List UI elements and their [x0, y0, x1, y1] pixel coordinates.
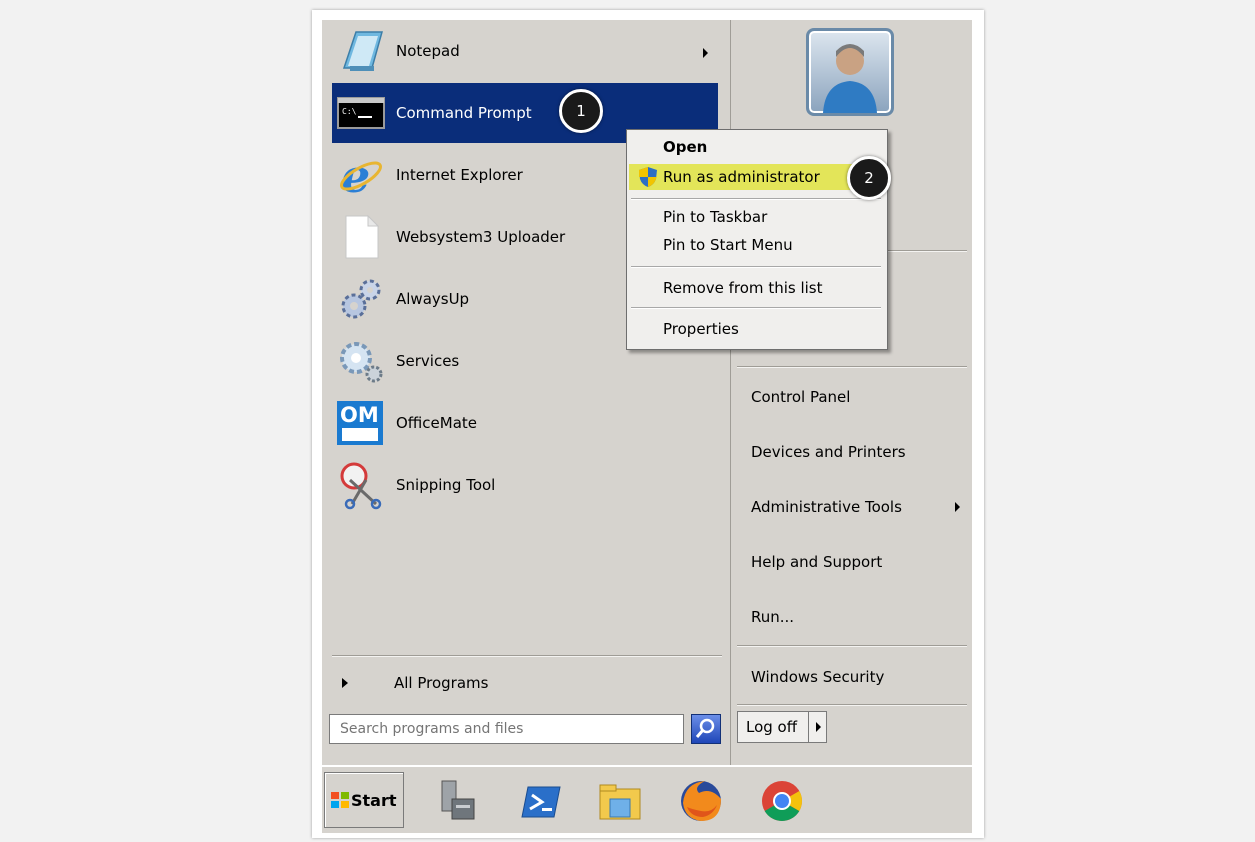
context-item-open[interactable]: Open — [629, 134, 885, 160]
help-and-support-link[interactable]: Help and Support — [751, 542, 882, 582]
server-manager-icon[interactable] — [434, 777, 482, 825]
search-button[interactable] — [691, 714, 721, 744]
program-label: Services — [396, 352, 460, 370]
officemate-icon: OM — [336, 398, 386, 448]
notepad-icon — [336, 26, 386, 76]
divider — [332, 655, 722, 657]
context-item-pin-to-start-menu[interactable]: Pin to Start Menu — [629, 232, 885, 258]
context-item-label: Run as administrator — [663, 168, 820, 186]
program-label: OfficeMate — [396, 414, 478, 432]
program-label: Snipping Tool — [396, 476, 496, 494]
context-divider — [631, 307, 881, 309]
firefox-icon[interactable] — [677, 777, 725, 825]
context-item-label: Remove from this list — [663, 279, 823, 297]
svg-text:e: e — [341, 150, 370, 200]
link-label: Help and Support — [751, 553, 883, 571]
shutdown-options-arrow-icon[interactable] — [816, 722, 821, 732]
link-label: Administrative Tools — [751, 498, 902, 516]
powershell-icon[interactable] — [518, 777, 566, 825]
magnifier-icon — [695, 718, 715, 738]
internet-explorer-icon: e — [336, 149, 386, 203]
program-label: Internet Explorer — [396, 166, 523, 184]
program-label: AlwaysUp — [396, 290, 470, 308]
divider — [737, 704, 967, 706]
callout-badge-2: 2 — [847, 156, 891, 200]
devices-and-printers-link[interactable]: Devices and Printers — [751, 432, 906, 472]
administrative-tools-link[interactable]: Administrative Tools — [751, 487, 961, 527]
all-programs-button[interactable]: All Programs — [332, 668, 722, 698]
context-item-pin-to-taskbar[interactable]: Pin to Taskbar — [629, 204, 885, 230]
control-panel-link[interactable]: Control Panel — [751, 377, 850, 417]
program-officemate[interactable]: OM OfficeMate — [332, 394, 718, 452]
snipping-tool-icon — [336, 460, 386, 510]
start-button[interactable]: Start — [324, 772, 404, 828]
context-item-label: Pin to Taskbar — [663, 208, 768, 226]
context-divider — [631, 266, 881, 268]
link-label: Run... — [751, 608, 795, 626]
windows-logo-icon — [331, 792, 349, 808]
user-avatar[interactable] — [806, 28, 894, 116]
search-input[interactable] — [329, 714, 684, 744]
all-programs-label: All Programs — [394, 674, 489, 692]
uac-shield-icon — [639, 167, 657, 187]
gears-icon — [336, 274, 386, 324]
context-item-properties[interactable]: Properties — [629, 316, 885, 342]
context-item-label: Pin to Start Menu — [663, 236, 793, 254]
log-off-label: Log off — [738, 712, 809, 742]
windows-security-link[interactable]: Windows Security — [751, 657, 884, 697]
expand-arrow-icon — [342, 678, 348, 688]
program-label: Command Prompt — [396, 104, 532, 122]
program-label: Websystem3 Uploader — [396, 228, 566, 246]
svg-text:OM: OM — [340, 403, 379, 427]
program-label: Notepad — [396, 42, 460, 60]
divider — [737, 645, 967, 647]
services-icon — [336, 336, 386, 386]
file-explorer-icon[interactable] — [596, 777, 644, 825]
submenu-arrow-icon — [703, 48, 708, 58]
chrome-icon[interactable] — [758, 777, 806, 825]
log-off-button[interactable]: Log off — [737, 711, 827, 743]
run-link[interactable]: Run... — [751, 597, 794, 637]
link-label: Control Panel — [751, 388, 851, 406]
svg-text:C:\: C:\ — [342, 107, 357, 116]
blank-file-icon — [336, 212, 386, 262]
taskbar: Start — [322, 766, 972, 833]
context-menu: Open Run as administrator Pin to Taskbar… — [626, 129, 888, 350]
submenu-arrow-icon — [955, 502, 960, 512]
callout-badge-1: 1 — [559, 89, 603, 133]
program-notepad[interactable]: Notepad — [332, 22, 718, 80]
context-divider — [631, 198, 881, 200]
program-snipping-tool[interactable]: Snipping Tool — [332, 456, 718, 514]
divider — [737, 366, 967, 368]
user-silhouette-icon — [823, 44, 877, 113]
context-item-label: Open — [663, 138, 708, 156]
context-item-label: Properties — [663, 320, 739, 338]
link-label: Devices and Printers — [751, 443, 906, 461]
start-label: Start — [351, 790, 397, 810]
context-item-remove-from-list[interactable]: Remove from this list — [629, 275, 885, 301]
link-label: Windows Security — [751, 668, 885, 686]
command-prompt-icon: C:\ — [336, 88, 386, 138]
